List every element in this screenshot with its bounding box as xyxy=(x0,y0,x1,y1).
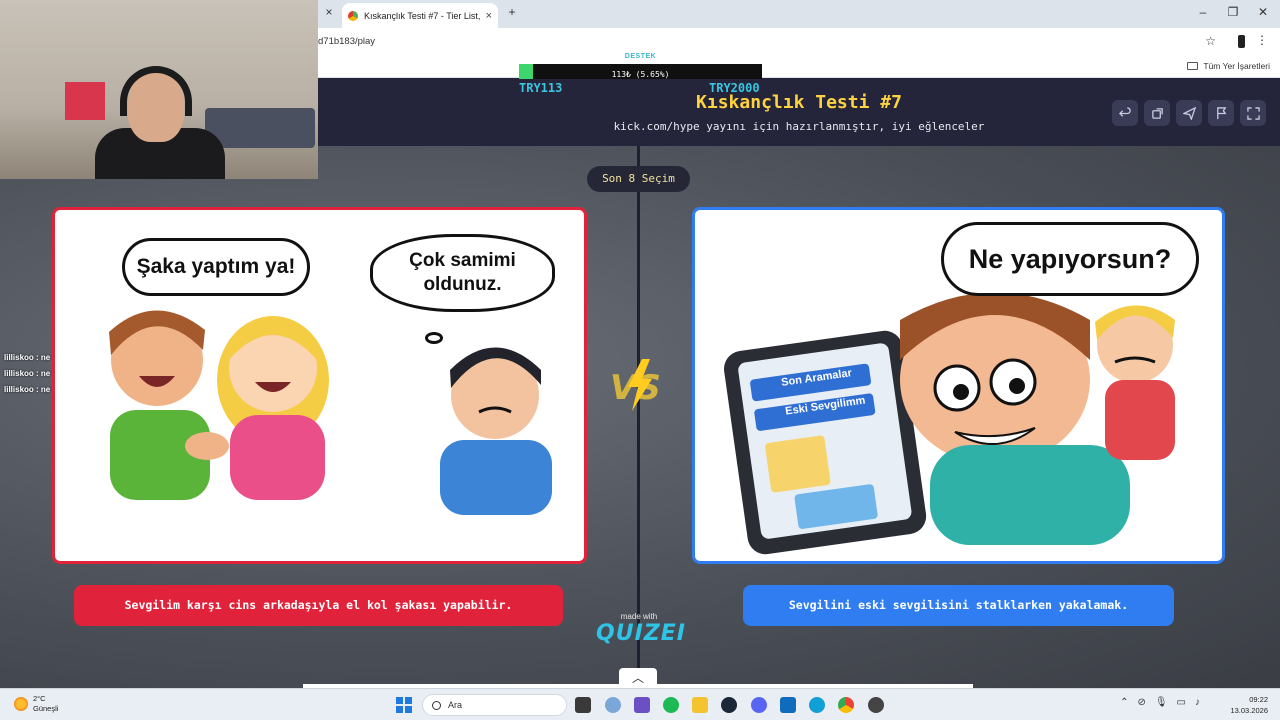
chat-message: lilliskoo : ne xyxy=(4,385,51,394)
horizontal-scrollbar[interactable] xyxy=(303,684,973,688)
all-bookmarks[interactable]: Tüm Yer İşaretleri xyxy=(1187,61,1270,71)
clock-date: 13.03.2026 xyxy=(1230,706,1268,715)
share-icon xyxy=(1151,107,1163,119)
spotify-icon[interactable] xyxy=(663,697,679,713)
choice-button-left[interactable]: Sevgilim karşı cins arkadaşıyla el kol ş… xyxy=(74,585,563,626)
donation-goal: DESTEK 113₺ (5.65%) xyxy=(519,53,762,79)
all-bookmarks-label: Tüm Yer İşaretleri xyxy=(1203,61,1270,71)
menu-icon[interactable]: ⋮ xyxy=(1256,33,1268,47)
store-icon[interactable] xyxy=(634,697,650,713)
clock-time: 09:22 xyxy=(1249,695,1268,704)
headset xyxy=(120,66,192,116)
chat-message: lilliskoo : ne xyxy=(4,353,51,362)
send-button[interactable] xyxy=(1176,100,1202,126)
thought-bubble: Çok samimi oldunuz. xyxy=(370,234,555,312)
donation-progress-bar: 113₺ (5.65%) xyxy=(519,64,762,79)
round-indicator: Son 8 Seçim xyxy=(587,166,690,192)
made-with-branding[interactable]: made with QUIZEI xyxy=(596,612,686,647)
display-icon[interactable]: ▭ xyxy=(1177,697,1186,708)
chrome-icon[interactable] xyxy=(838,697,854,713)
undo-icon xyxy=(1118,106,1131,117)
system-tray[interactable]: ⌃ ⊘ 🎙 ▭ ♪ xyxy=(1120,697,1200,708)
webcam-overlay xyxy=(0,0,318,179)
choice-card-left[interactable]: Şaka yaptım ya! Çok samimi oldunuz. xyxy=(52,207,587,564)
made-with-label: made with xyxy=(620,612,658,621)
fullscreen-button[interactable] xyxy=(1240,100,1266,126)
window-close-icon[interactable]: ✕ xyxy=(1254,5,1272,19)
chat-overlay: lilliskoo : ne lilliskoo : ne lilliskoo … xyxy=(4,351,50,399)
speech-bubble-question: Ne yapıyorsun? xyxy=(941,222,1199,296)
brand-logo: QUIZEI xyxy=(596,621,686,646)
edge-icon[interactable] xyxy=(809,697,825,713)
chat-message: lilliskoo : ne xyxy=(4,369,51,378)
settings-icon[interactable] xyxy=(605,697,621,713)
chevron-up-icon: ︿ xyxy=(631,671,644,685)
bookmark-star-icon[interactable]: ☆ xyxy=(1205,34,1216,48)
taskbar-search[interactable]: Ara xyxy=(422,694,567,716)
donation-progress-fill xyxy=(519,64,533,79)
clock[interactable]: 09:22 13.03.2026 xyxy=(1230,694,1268,716)
tray-chevron-icon[interactable]: ⌃ xyxy=(1120,697,1128,708)
volume-icon[interactable]: ♪ xyxy=(1195,697,1200,708)
flag-icon xyxy=(1216,106,1226,119)
quiz-header: TRY113 TRY2000 Kıskançlık Testi #7 kick.… xyxy=(318,78,1280,146)
donation-progress-text: 113₺ (5.65%) xyxy=(611,70,670,79)
restore-icon[interactable]: ❐ xyxy=(1224,5,1242,19)
tab-close-left[interactable]: × xyxy=(320,5,338,19)
choice-button-right[interactable]: Sevgilini eski sevgilisini stalklarken y… xyxy=(743,585,1174,626)
report-button[interactable] xyxy=(1208,100,1234,126)
speech-bubble-joke: Şaka yaptım ya! xyxy=(122,238,310,296)
thought-dot xyxy=(425,332,443,344)
tab-close-icon[interactable]: × xyxy=(486,10,492,22)
choice-card-right[interactable]: Ne yapıyorsun? Son Aramalar Eski Sevgili… xyxy=(692,207,1225,564)
file-explorer-icon[interactable] xyxy=(692,697,708,713)
undo-button[interactable] xyxy=(1112,100,1138,126)
obs-icon[interactable] xyxy=(868,697,884,713)
wall-poster xyxy=(65,82,105,120)
weather-widget[interactable]: 2°C Güneşli xyxy=(14,694,58,714)
versus-badge: VS xyxy=(610,359,661,411)
network-icon[interactable]: ⊘ xyxy=(1137,697,1145,708)
fullscreen-icon xyxy=(1246,106,1260,120)
windows-taskbar: 2°C Güneşli Ara ⌃ ⊘ 🎙 ▭ ♪ 09:22 13.03.20… xyxy=(0,688,1280,720)
donation-label: DESTEK xyxy=(624,53,657,60)
microphone-icon[interactable]: 🎙 xyxy=(1155,697,1168,708)
browser-tab[interactable]: Kıskançlık Testi #7 - Tier List, Ki × xyxy=(342,3,498,28)
share-button[interactable] xyxy=(1144,100,1170,126)
tab-title: Kıskançlık Testi #7 - Tier List, Ki xyxy=(364,10,482,21)
steam-icon[interactable] xyxy=(721,697,737,713)
weather-condition: Güneşli xyxy=(33,704,59,713)
tab-favicon-icon xyxy=(348,10,358,21)
task-view-icon[interactable] xyxy=(575,697,591,713)
ms-store-icon[interactable] xyxy=(780,697,796,713)
send-icon xyxy=(1182,106,1196,120)
discord-icon[interactable] xyxy=(751,697,767,713)
taskbar-search-label: Ara xyxy=(448,700,463,710)
sun-icon xyxy=(14,697,28,711)
start-button[interactable] xyxy=(396,697,412,713)
background-bed xyxy=(205,108,315,148)
center-divider xyxy=(637,146,640,688)
minimize-icon[interactable]: – xyxy=(1194,5,1212,19)
folder-icon xyxy=(1187,62,1199,70)
temperature: 2°C xyxy=(33,694,46,703)
extension-icon[interactable] xyxy=(1238,35,1245,48)
url-field[interactable]: d71b183/play xyxy=(318,36,375,47)
new-tab-button[interactable]: + xyxy=(503,5,521,19)
bookmark-bar: Tüm Yer İşaretleri xyxy=(318,56,1280,78)
address-bar: d71b183/play ☆ ⋮ xyxy=(318,28,1280,56)
search-icon xyxy=(432,700,441,710)
browser-tab-bar: × Kıskançlık Testi #7 - Tier List, Ki × … xyxy=(318,0,1280,28)
